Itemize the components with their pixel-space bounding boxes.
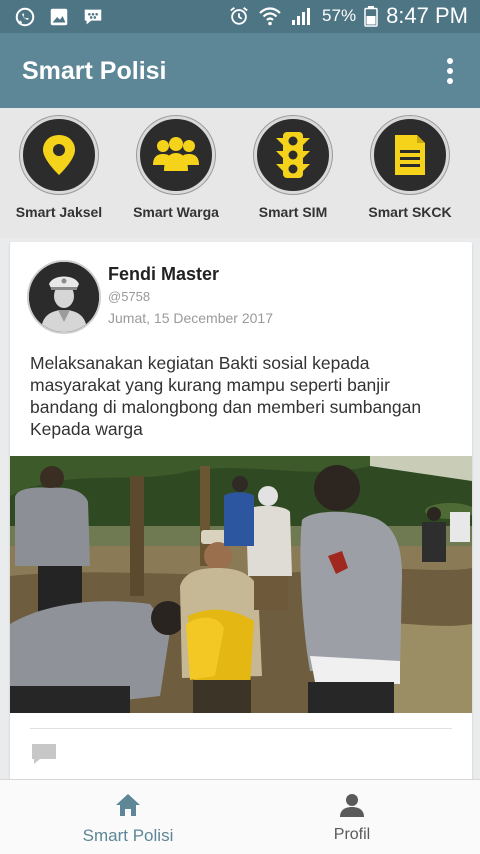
whatsapp-icon <box>15 7 35 27</box>
shortcut-smart-warga[interactable]: Smart Warga <box>117 116 235 220</box>
post-card[interactable]: Fendi Master @5758 Jumat, 15 December 20… <box>10 242 472 782</box>
gallery-icon <box>50 8 68 26</box>
shortcut-label: Smart SIM <box>258 204 328 220</box>
shortcut-label: Smart Jaksel <box>15 204 103 220</box>
location-pin-icon <box>43 135 75 175</box>
shortcut-smart-skck[interactable]: Smart SKCK <box>351 116 469 220</box>
traffic-light-icon <box>276 132 310 178</box>
status-bar: 57% 8:47 PM <box>0 0 480 33</box>
police-officer-avatar-icon <box>29 262 99 332</box>
post-author[interactable]: Fendi Master <box>108 264 219 285</box>
battery-icon <box>364 6 378 27</box>
home-icon <box>116 794 140 816</box>
clock: 8:47 PM <box>386 3 468 28</box>
person-icon <box>340 794 364 817</box>
post-photo-image <box>10 456 472 713</box>
app-title: Smart Polisi <box>22 57 167 85</box>
post-date: Jumat, 15 December 2017 <box>108 310 273 326</box>
avatar[interactable] <box>27 260 101 334</box>
battery-percent: 57% <box>322 6 357 25</box>
bottom-nav: Smart Polisi Profil <box>0 779 480 854</box>
wifi-icon <box>259 7 281 26</box>
post-photo[interactable] <box>10 456 472 713</box>
post-handle: @5758 <box>108 289 151 304</box>
shortcut-bar: Smart Jaksel Smart Warga Smart SIM Smart… <box>0 108 480 238</box>
document-icon <box>395 135 425 175</box>
nav-profile[interactable]: Profil <box>232 792 472 844</box>
more-vert-icon[interactable] <box>446 58 454 84</box>
nav-home[interactable]: Smart Polisi <box>8 792 248 846</box>
shortcut-smart-jaksel[interactable]: Smart Jaksel <box>0 116 118 220</box>
bbm-chat-icon <box>84 9 102 25</box>
shortcut-label: Smart Warga <box>133 204 219 220</box>
alarm-icon <box>230 7 248 25</box>
card-divider <box>30 728 452 729</box>
app-bar: Smart Polisi <box>0 33 480 108</box>
nav-profile-label: Profil <box>333 826 371 843</box>
shortcut-smart-sim[interactable]: Smart SIM <box>234 116 352 220</box>
shortcut-label: Smart SKCK <box>368 204 452 220</box>
signal-icon <box>292 8 311 25</box>
nav-home-label: Smart Polisi <box>82 826 174 845</box>
comment-icon[interactable] <box>30 742 58 766</box>
post-text: Melaksanakan kegiatan Bakti sosial kepad… <box>30 353 422 439</box>
people-group-icon <box>153 137 199 171</box>
